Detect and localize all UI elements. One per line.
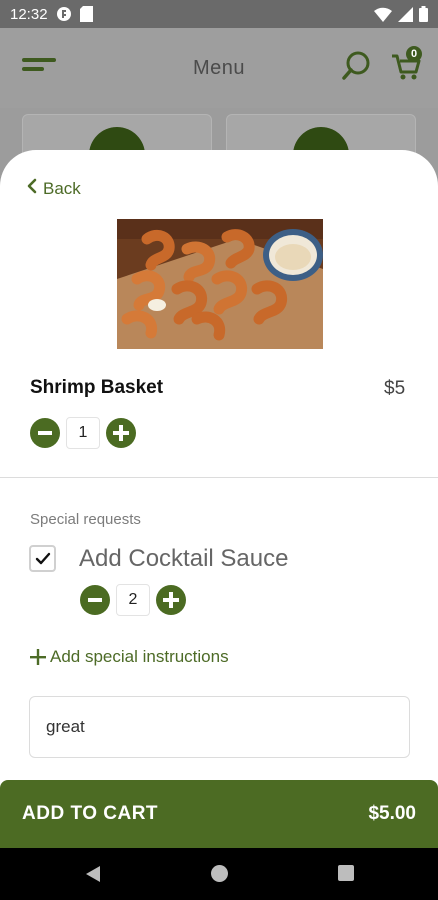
cocktail-sauce-label: Add Cocktail Sauce (79, 545, 289, 572)
add-special-instructions-button[interactable]: Add special instructions (30, 647, 229, 667)
add-to-cart-button[interactable]: ADD TO CART $5.00 (0, 780, 438, 848)
cart-total: $5.00 (368, 803, 416, 824)
nav-recents-icon[interactable] (338, 865, 354, 881)
cart-count-badge: 0 (406, 46, 422, 62)
item-name: Shrimp Basket (30, 377, 164, 398)
decrease-option-quantity-button[interactable] (80, 585, 110, 615)
status-time: 12:32 (10, 5, 48, 23)
wifi-icon (374, 7, 392, 22)
minus-icon (38, 431, 52, 435)
cocktail-sauce-checkbox[interactable] (29, 545, 56, 572)
minus-icon (88, 598, 102, 602)
nav-home-icon[interactable] (211, 865, 228, 882)
option-quantity-value[interactable]: 2 (116, 584, 150, 616)
increase-option-quantity-button[interactable] (156, 585, 186, 615)
add-special-instructions-label: Add special instructions (50, 647, 229, 666)
search-icon[interactable] (341, 50, 373, 82)
increase-quantity-button[interactable] (106, 418, 136, 448)
decrease-quantity-button[interactable] (30, 418, 60, 448)
signal-icon (398, 6, 413, 22)
battery-icon (419, 6, 428, 22)
back-button[interactable]: Back (26, 178, 81, 199)
item-photo (117, 219, 323, 349)
sim-card-icon (79, 6, 93, 22)
special-requests-label: Special requests (30, 511, 141, 528)
option-quantity-stepper: 2 (80, 584, 186, 616)
item-quantity-value[interactable]: 1 (66, 417, 100, 449)
app-notification-icon (56, 6, 72, 22)
section-divider (0, 477, 438, 478)
plus-icon (163, 592, 179, 608)
chevron-left-icon (26, 178, 37, 199)
special-instructions-input[interactable] (29, 696, 410, 758)
check-icon (35, 552, 50, 564)
back-label: Back (43, 178, 81, 198)
add-to-cart-label: ADD TO CART (22, 803, 159, 824)
status-bar: 12:32 (0, 0, 438, 28)
item-price: $5 (384, 378, 406, 399)
item-quantity-stepper: 1 (30, 417, 136, 449)
app-header: Menu 0 (0, 28, 438, 108)
nav-back-icon[interactable] (85, 865, 101, 888)
system-nav-bar (0, 848, 438, 900)
plus-icon (30, 649, 46, 665)
plus-icon (113, 425, 129, 441)
